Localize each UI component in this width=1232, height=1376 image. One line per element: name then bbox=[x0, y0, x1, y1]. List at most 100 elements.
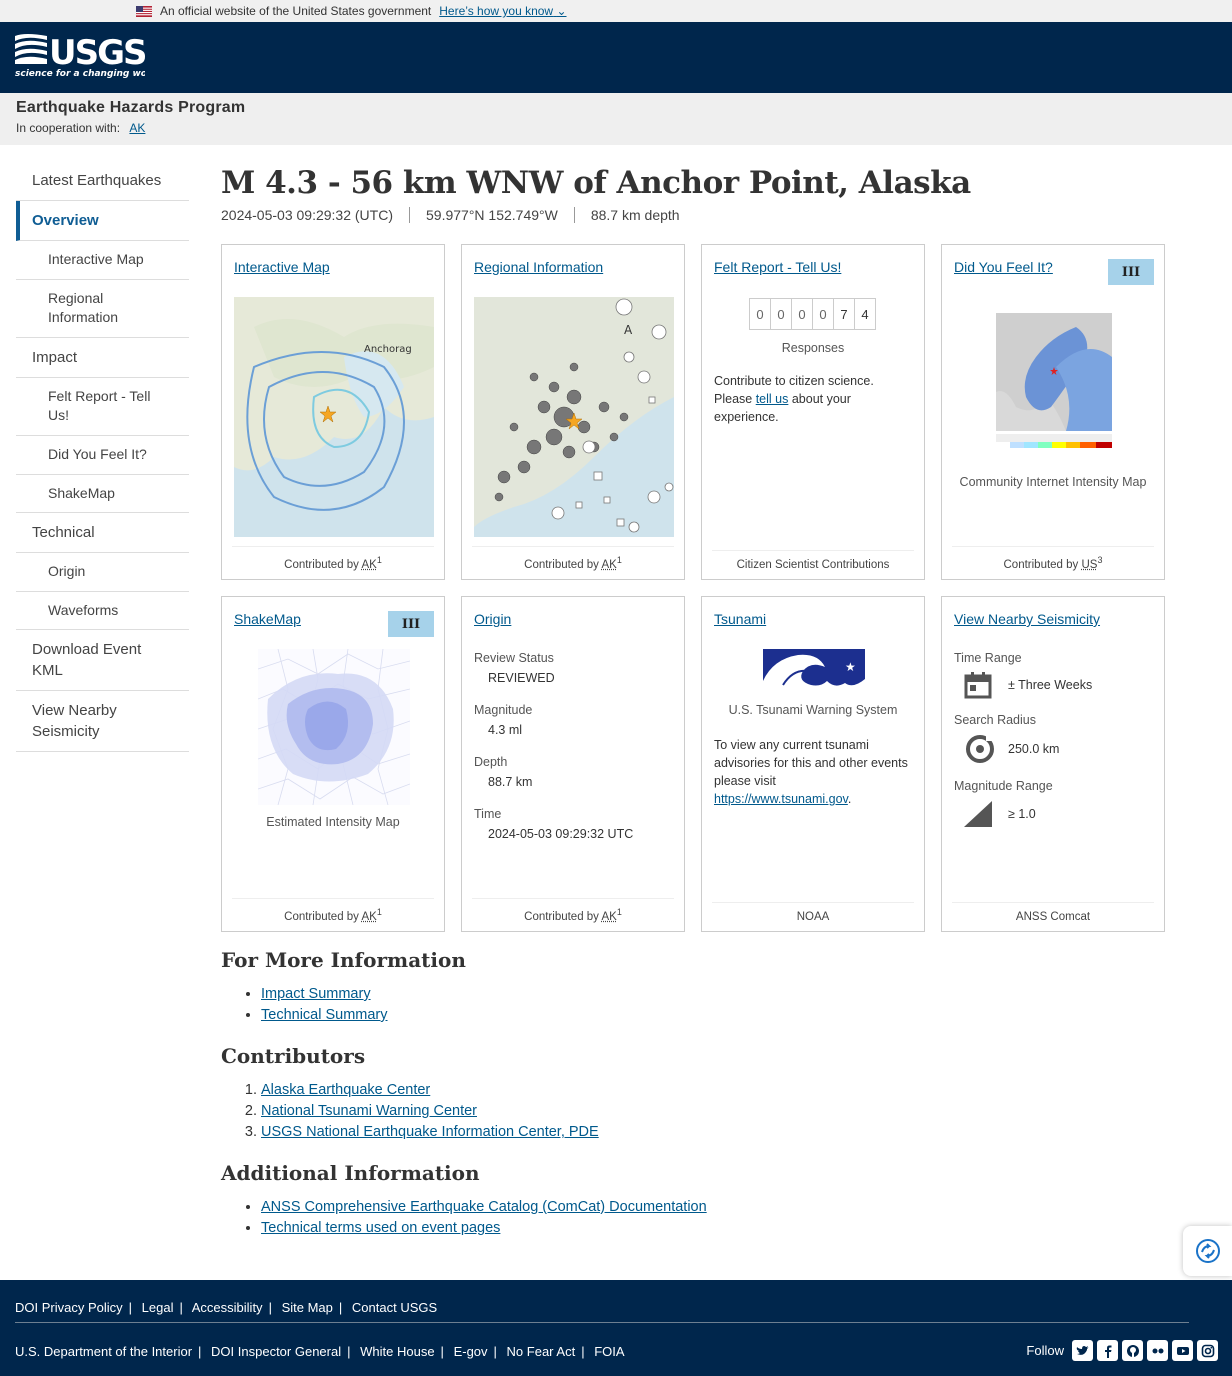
tsunami-wave-icon: ★ bbox=[763, 649, 865, 695]
sidebar-item-origin[interactable]: Origin bbox=[16, 553, 189, 592]
footer-links-secondary: U.S. Department of the Interior | DOI Ins… bbox=[15, 1344, 625, 1359]
sidebar-item-interactive-map[interactable]: Interactive Map bbox=[16, 241, 189, 280]
card-contributor: Contributed by AK1 bbox=[472, 898, 674, 923]
dyfi-thumbnail[interactable] bbox=[996, 297, 1112, 453]
instagram-icon[interactable] bbox=[1197, 1340, 1218, 1361]
footer-link-foia[interactable]: FOIA bbox=[594, 1344, 624, 1359]
sidebar-item-technical[interactable]: Technical bbox=[16, 513, 189, 554]
github-icon[interactable] bbox=[1122, 1340, 1143, 1361]
sidebar-item-shakemap[interactable]: ShakeMap bbox=[16, 475, 189, 514]
contributor-link-ntwc[interactable]: National Tsunami Warning Center bbox=[261, 1103, 477, 1119]
us-flag-icon bbox=[136, 5, 152, 17]
sidebar-item-overview[interactable]: Overview bbox=[16, 201, 189, 241]
how-you-know-link[interactable]: Here’s how you know ⌄ bbox=[439, 4, 566, 18]
footer-link-inspector-general[interactable]: DOI Inspector General bbox=[211, 1344, 341, 1359]
origin-link[interactable]: Origin bbox=[474, 611, 511, 627]
dyfi-link[interactable]: Did You Feel It? bbox=[954, 259, 1053, 275]
footer-link-legal[interactable]: Legal bbox=[142, 1300, 174, 1315]
counter-digit: 0 bbox=[791, 298, 813, 330]
contributor-link-ak[interactable]: Alaska Earthquake Center bbox=[261, 1082, 430, 1098]
impact-summary-link[interactable]: Impact Summary bbox=[261, 986, 371, 1002]
tsunami-logo[interactable]: ★ bbox=[763, 649, 865, 695]
event-time: 2024-05-03 09:29:32 (UTC) bbox=[221, 207, 393, 223]
technical-terms-link[interactable]: Technical terms used on event pages bbox=[261, 1220, 500, 1236]
sidebar-item-download-kml[interactable]: Download Event KML bbox=[16, 630, 189, 692]
sidebar-item-waveforms[interactable]: Waveforms bbox=[16, 592, 189, 631]
card-footer: Citizen Scientist Contributions bbox=[712, 550, 914, 571]
magnitude-value: 4.3 ml bbox=[488, 723, 523, 737]
tsunami-link[interactable]: Tsunami bbox=[714, 611, 766, 627]
card-interactive-map: Interactive Map Anchorag Contributed by … bbox=[221, 244, 445, 580]
card-dyfi: Did You Feel It? III Community Internet … bbox=[941, 244, 1165, 580]
footer-link-accessibility[interactable]: Accessibility bbox=[192, 1300, 263, 1315]
sidebar-item-nearby-seismicity[interactable]: View Nearby Seismicity bbox=[16, 691, 189, 753]
footer-link-privacy[interactable]: DOI Privacy Policy bbox=[15, 1300, 123, 1315]
felt-report-link[interactable]: Felt Report - Tell Us! bbox=[714, 259, 841, 275]
coop-link[interactable]: AK bbox=[129, 121, 145, 135]
card-contributor: Contributed by AK1 bbox=[232, 898, 434, 923]
tsunami-gov-link[interactable]: https://www.tsunami.gov bbox=[714, 792, 848, 806]
magnitude-range-value: ≥ 1.0 bbox=[1008, 807, 1036, 821]
footer-link-contact[interactable]: Contact USGS bbox=[352, 1300, 437, 1315]
list-item: Alaska Earthquake Center bbox=[261, 1080, 1121, 1101]
time-value: 2024-05-03 09:29:32 UTC bbox=[488, 827, 634, 841]
sidebar-item-regional-information[interactable]: Regional Information bbox=[16, 280, 189, 338]
card-regional-information: Regional Information A Contributed by AK… bbox=[461, 244, 685, 580]
flickr-icon[interactable] bbox=[1147, 1340, 1168, 1361]
regional-map-thumbnail[interactable]: A bbox=[474, 297, 674, 537]
footer-link-doi[interactable]: U.S. Department of the Interior bbox=[15, 1344, 192, 1359]
sidebar-item-latest-earthquakes[interactable]: Latest Earthquakes bbox=[16, 161, 189, 201]
footer-divider bbox=[15, 1322, 1189, 1323]
time-range-value: ± Three Weeks bbox=[1008, 678, 1093, 692]
footer-links-primary: DOI Privacy Policy | Legal | Accessibility… bbox=[15, 1300, 438, 1315]
intensity-badge: III bbox=[388, 611, 434, 637]
more-info-title: For More Information bbox=[221, 948, 466, 972]
interactive-map-link[interactable]: Interactive Map bbox=[234, 259, 330, 275]
more-info-list: Impact Summary Technical Summary bbox=[221, 984, 1121, 1026]
dyfi-caption: Community Internet Intensity Map bbox=[959, 475, 1147, 489]
counter-digit: 0 bbox=[770, 298, 792, 330]
responses-label: Responses bbox=[781, 341, 845, 355]
contributors-section: Contributors Alaska Earthquake Center Na… bbox=[221, 1044, 1121, 1143]
contributor-abbr: AK bbox=[601, 559, 617, 571]
footer-link-no-fear-act[interactable]: No Fear Act bbox=[507, 1344, 576, 1359]
youtube-icon[interactable] bbox=[1172, 1340, 1193, 1361]
list-item: ANSS Comprehensive Earthquake Catalog (C… bbox=[261, 1197, 1121, 1218]
footer-link-egov[interactable]: E-gov bbox=[454, 1344, 488, 1359]
sidebar-item-impact[interactable]: Impact bbox=[16, 338, 189, 378]
tell-us-link[interactable]: tell us bbox=[756, 392, 789, 406]
tsunami-text: To view any current tsunami advisories f… bbox=[714, 738, 908, 806]
card-contributor: Contributed by US3 bbox=[952, 546, 1154, 571]
review-status-value: REVIEWED bbox=[488, 671, 555, 685]
usgs-logo[interactable]: USGS science for a changing world bbox=[15, 32, 161, 85]
regional-information-link[interactable]: Regional Information bbox=[474, 259, 603, 275]
footer-link-white-house[interactable]: White House bbox=[360, 1344, 434, 1359]
nearby-seismicity-link[interactable]: View Nearby Seismicity bbox=[954, 611, 1100, 627]
card-tsunami: Tsunami ★ U.S. Tsunami Warning System To… bbox=[701, 596, 925, 932]
facebook-icon[interactable] bbox=[1097, 1340, 1118, 1361]
origin-details: Review Status REVIEWED Magnitude 4.3 ml … bbox=[474, 641, 672, 841]
floating-widget-button[interactable] bbox=[1183, 1226, 1232, 1276]
sidebar-item-felt-report[interactable]: Felt Report - Tell Us! bbox=[16, 378, 189, 436]
calendar-icon bbox=[964, 672, 992, 699]
card-origin: Origin Review Status REVIEWED Magnitude … bbox=[461, 596, 685, 932]
tsunami-caption: U.S. Tsunami Warning System bbox=[728, 703, 898, 717]
card-contributor: Contributed by AK1 bbox=[232, 546, 434, 571]
shakemap-thumbnail[interactable] bbox=[257, 648, 411, 806]
follow-label: Follow bbox=[1026, 1343, 1064, 1358]
cooperation-line: In cooperation with: AK bbox=[16, 121, 1216, 135]
sidebar: Latest Earthquakes Overview Interactive … bbox=[16, 161, 189, 753]
interactive-map-thumbnail[interactable]: Anchorag bbox=[234, 297, 434, 537]
contributor-link-neic[interactable]: USGS National Earthquake Information Cen… bbox=[261, 1124, 599, 1140]
gov-banner-text: An official website of the United States… bbox=[160, 4, 432, 18]
comcat-docs-link[interactable]: ANSS Comprehensive Earthquake Catalog (C… bbox=[261, 1199, 707, 1215]
contributors-list: Alaska Earthquake Center National Tsunam… bbox=[221, 1080, 1121, 1143]
social-follow: Follow bbox=[1026, 1340, 1218, 1361]
footer-link-site-map[interactable]: Site Map bbox=[282, 1300, 333, 1315]
magnitude-range-label: Magnitude Range bbox=[954, 779, 1053, 793]
svg-text:science for a changing world: science for a changing world bbox=[15, 69, 145, 79]
sidebar-item-dyfi[interactable]: Did You Feel It? bbox=[16, 436, 189, 475]
technical-summary-link[interactable]: Technical Summary bbox=[261, 1007, 388, 1023]
twitter-icon[interactable] bbox=[1072, 1340, 1093, 1361]
shakemap-link[interactable]: ShakeMap bbox=[234, 611, 301, 627]
